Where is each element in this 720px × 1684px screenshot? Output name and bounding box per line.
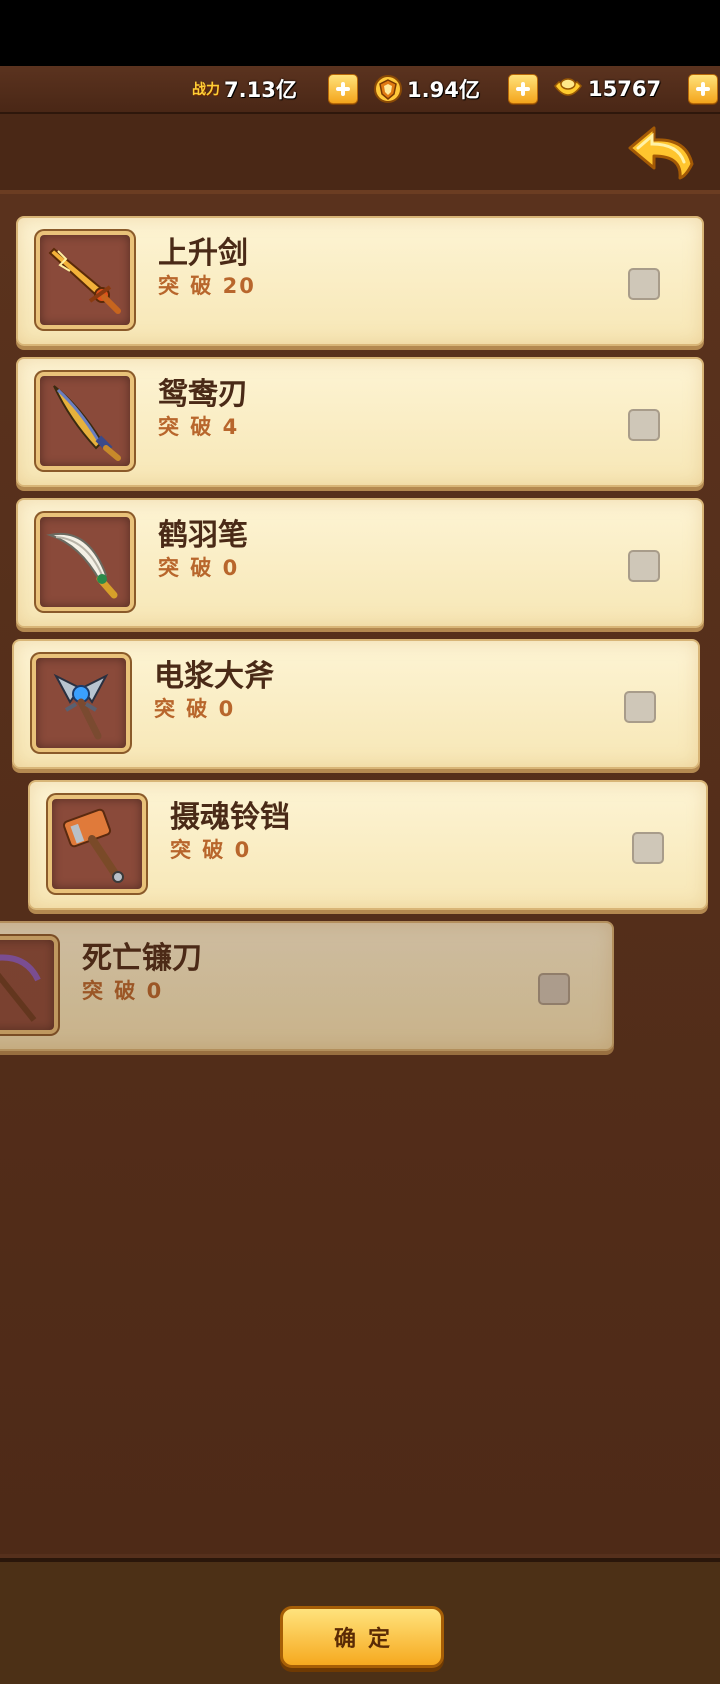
- item-breakthrough: 突 破 4: [158, 415, 240, 439]
- combat-power-label: 战力: [192, 82, 220, 98]
- back-button[interactable]: [626, 124, 696, 182]
- confirm-button[interactable]: 确定: [280, 1606, 444, 1668]
- item-list[interactable]: 上升剑 突 破 20 鸳鸯刃 突 破 4 鹤羽笔 突 破 0 电浆大斧 突 破 …: [0, 194, 720, 1554]
- list-item[interactable]: 电浆大斧 突 破 0: [12, 639, 700, 769]
- plasma-axe-icon: [32, 654, 130, 752]
- feather-blade-icon: [36, 513, 134, 611]
- list-item[interactable]: 上升剑 突 破 20: [16, 216, 704, 346]
- system-status-bar: [0, 0, 720, 66]
- combat-power: 战力 7.13亿: [192, 72, 297, 106]
- combat-power-value: 7.13亿: [224, 78, 297, 102]
- confirm-label: 确定: [333, 1627, 402, 1652]
- item-list-panel: 上升剑 突 破 20 鸳鸯刃 突 破 4 鹤羽笔 突 破 0 电浆大斧 突 破 …: [0, 194, 720, 1554]
- item-name: 鹤羽笔: [158, 518, 248, 553]
- header-bar: [0, 114, 720, 194]
- item-name: 摄魂铃铛: [170, 800, 290, 835]
- gold-currency: 15767: [552, 72, 661, 106]
- item-name: 死亡镰刀: [82, 941, 202, 976]
- item-checkbox[interactable]: [624, 691, 656, 723]
- list-item[interactable]: 死亡镰刀 突 破 0: [0, 921, 614, 1051]
- back-arrow-icon: [628, 126, 694, 180]
- item-breakthrough: 突 破 0: [158, 556, 240, 580]
- item-name: 上升剑: [158, 236, 248, 271]
- list-item[interactable]: 鸳鸯刃 突 破 4: [16, 357, 704, 487]
- item-checkbox[interactable]: [628, 409, 660, 441]
- add-gold-button[interactable]: [688, 74, 718, 104]
- death-scythe-icon: [0, 936, 58, 1034]
- curved-saber-icon: [36, 372, 134, 470]
- item-checkbox[interactable]: [538, 973, 570, 1005]
- hammer-icon: [48, 795, 146, 893]
- resource-bar: 战力 7.13亿 1.94亿 15767: [0, 66, 720, 114]
- add-shield-button[interactable]: [508, 74, 538, 104]
- item-name: 电浆大斧: [154, 659, 274, 694]
- item-checkbox[interactable]: [628, 268, 660, 300]
- add-power-button[interactable]: [328, 74, 358, 104]
- gold-ingot-icon: [554, 78, 582, 96]
- gold-value: 15767: [588, 77, 662, 101]
- shield-icon: [374, 75, 402, 103]
- item-name: 鸳鸯刃: [158, 377, 248, 412]
- item-breakthrough: 突 破 0: [82, 979, 164, 1003]
- shield-value: 1.94亿: [407, 78, 480, 102]
- item-checkbox[interactable]: [632, 832, 664, 864]
- list-item[interactable]: 摄魂铃铛 突 破 0: [28, 780, 708, 910]
- rising-sword-icon: [36, 231, 134, 329]
- item-checkbox[interactable]: [628, 550, 660, 582]
- item-breakthrough: 突 破 20: [158, 274, 256, 298]
- item-breakthrough: 突 破 0: [154, 697, 236, 721]
- list-item[interactable]: 鹤羽笔 突 破 0: [16, 498, 704, 628]
- shield-currency: 1.94亿: [373, 72, 480, 106]
- bottom-bar: 确定: [0, 1558, 720, 1684]
- item-breakthrough: 突 破 0: [170, 838, 252, 862]
